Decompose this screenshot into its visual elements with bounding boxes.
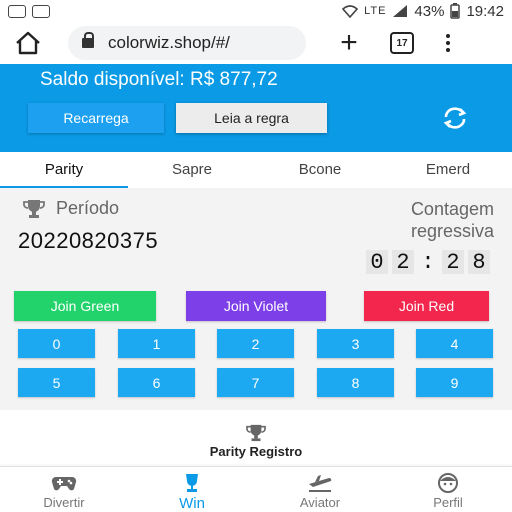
activity-icon bbox=[32, 4, 50, 18]
record-title: Parity Registro bbox=[209, 444, 303, 459]
menu-dot bbox=[446, 41, 450, 45]
nav-divertir[interactable]: Divertir bbox=[0, 467, 128, 512]
number-button-4[interactable]: 4 bbox=[416, 329, 493, 358]
nav-win[interactable]: Win bbox=[128, 467, 256, 512]
period-label: Período bbox=[22, 198, 119, 219]
countdown-digit: 0 bbox=[366, 250, 388, 275]
number-button-5[interactable]: 5 bbox=[18, 368, 95, 397]
number-button-0[interactable]: 0 bbox=[18, 329, 95, 358]
nav-label: Divertir bbox=[43, 495, 85, 510]
period-label-text: Período bbox=[56, 198, 120, 218]
countdown-timer: 0 2 : 2 8 bbox=[366, 249, 490, 275]
tab-emerd[interactable]: Emerd bbox=[384, 152, 512, 188]
balance-header: Saldo disponível: R$ 877,72 Recarrega Le… bbox=[0, 64, 512, 152]
signal-icon bbox=[393, 5, 408, 17]
number-button-8[interactable]: 8 bbox=[317, 368, 394, 397]
join-green-button[interactable]: Join Green bbox=[14, 291, 156, 321]
trophy-icon bbox=[246, 424, 266, 442]
number-button-9[interactable]: 9 bbox=[416, 368, 493, 397]
home-icon bbox=[16, 31, 40, 55]
menu-dot bbox=[446, 48, 450, 52]
nav-perfil[interactable]: Perfil bbox=[384, 467, 512, 512]
browser-menu-button[interactable] bbox=[444, 34, 452, 52]
nav-label: Aviator bbox=[299, 495, 341, 510]
read-rules-button[interactable]: Leia a regra bbox=[176, 103, 327, 133]
countdown-label: Contagem regressiva bbox=[410, 199, 494, 241]
tab-parity[interactable]: Parity bbox=[0, 152, 128, 188]
browser-toolbar: colorwiz.shop/#/ + 17 bbox=[0, 22, 512, 64]
game-tabs: Parity Sapre Bcone Emerd bbox=[0, 152, 512, 188]
nav-label: Perfil bbox=[433, 495, 463, 510]
airplane-icon bbox=[309, 475, 332, 492]
recharge-button[interactable]: Recarrega bbox=[28, 103, 164, 133]
trophy-cup-icon bbox=[186, 474, 198, 492]
new-tab-button[interactable]: + bbox=[336, 28, 362, 58]
number-button-3[interactable]: 3 bbox=[317, 329, 394, 358]
countdown-digit: 2 bbox=[442, 250, 464, 275]
nav-label: Win bbox=[179, 495, 205, 512]
clock: 19:42 bbox=[466, 2, 504, 20]
url-bar[interactable]: colorwiz.shop/#/ bbox=[68, 26, 306, 60]
wifi-icon bbox=[342, 5, 359, 18]
lock-icon bbox=[82, 32, 94, 49]
balance-text: Saldo disponível: R$ 877,72 bbox=[40, 69, 278, 90]
battery-icon bbox=[450, 3, 461, 19]
gamepad-icon bbox=[51, 476, 77, 491]
status-right: LTE 43% 19:42 bbox=[342, 3, 504, 20]
tab-sapre[interactable]: Sapre bbox=[128, 152, 256, 188]
game-panel: Período 20220820375 Contagem regressiva … bbox=[0, 188, 512, 410]
record-section: Parity Registro bbox=[0, 410, 512, 466]
tab-bcone[interactable]: Bcone bbox=[256, 152, 384, 188]
face-icon bbox=[438, 473, 458, 493]
join-violet-button[interactable]: Join Violet bbox=[186, 291, 326, 321]
tab-switcher-button[interactable]: 17 bbox=[390, 32, 414, 54]
network-type: LTE bbox=[364, 5, 387, 17]
number-button-7[interactable]: 7 bbox=[217, 368, 294, 397]
bottom-navigation: Divertir Win Aviator Perfil bbox=[0, 466, 512, 512]
join-buttons: Join Green Join Violet Join Red bbox=[0, 291, 512, 321]
countdown-separator: : bbox=[421, 249, 435, 275]
countdown-digit: 2 bbox=[392, 250, 414, 275]
join-red-button[interactable]: Join Red bbox=[364, 291, 489, 321]
home-button[interactable] bbox=[12, 27, 44, 59]
number-button-2[interactable]: 2 bbox=[217, 329, 294, 358]
trophy-icon bbox=[23, 199, 45, 218]
url-text: colorwiz.shop/#/ bbox=[108, 33, 230, 52]
status-bar: LTE 43% 19:42 bbox=[0, 0, 512, 22]
countdown-digit: 8 bbox=[468, 250, 490, 275]
notification-icon bbox=[8, 4, 26, 18]
nav-aviator[interactable]: Aviator bbox=[256, 467, 384, 512]
refresh-icon bbox=[443, 107, 467, 129]
number-button-6[interactable]: 6 bbox=[118, 368, 195, 397]
status-left-icons bbox=[8, 4, 50, 18]
battery-percent: 43% bbox=[414, 2, 445, 20]
period-number: 20220820375 bbox=[18, 228, 159, 253]
refresh-button[interactable] bbox=[440, 105, 470, 131]
menu-dot bbox=[446, 34, 450, 38]
number-button-1[interactable]: 1 bbox=[118, 329, 195, 358]
